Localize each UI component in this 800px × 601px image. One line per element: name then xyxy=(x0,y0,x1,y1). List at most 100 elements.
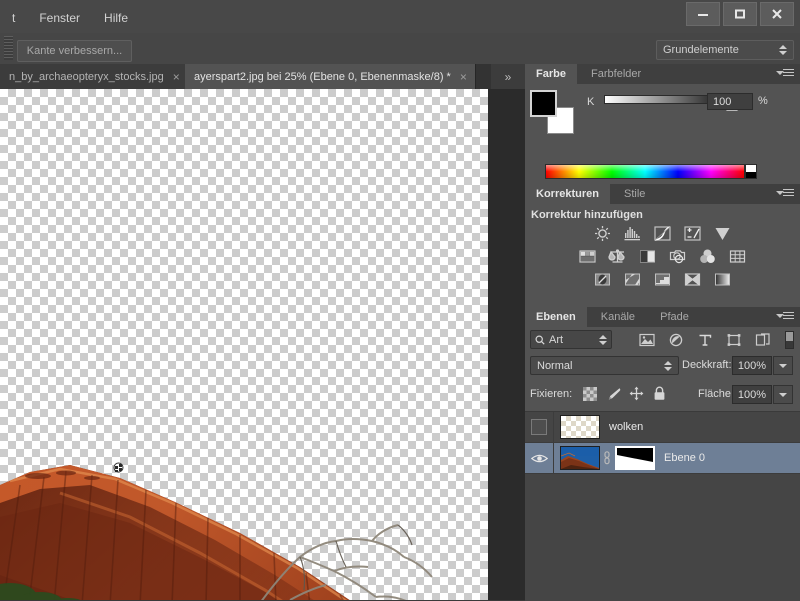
maximize-button[interactable] xyxy=(723,2,757,26)
eye-icon xyxy=(530,454,548,462)
document-tab-2-close-icon[interactable]: × xyxy=(460,71,467,83)
color-swatches xyxy=(530,90,574,134)
close-button[interactable] xyxy=(760,2,794,26)
layer-visibility-toggle-ebene0[interactable] xyxy=(525,443,554,473)
adjustments-heading: Korrektur hinzufügen xyxy=(531,209,643,221)
filter-smartobject-icon[interactable] xyxy=(754,331,772,349)
tab-farbfelder[interactable]: Farbfelder xyxy=(580,64,652,84)
menu-bar: t Fenster Hilfe xyxy=(0,0,800,33)
channel-k-value-field[interactable]: 100 xyxy=(707,93,753,110)
right-dock: Farbe Farbfelder K 100 % Korrekturen Sti… xyxy=(525,64,800,601)
filter-adjustment-icon[interactable] xyxy=(667,331,685,349)
color-spectrum-ramp[interactable] xyxy=(545,164,745,179)
options-bar-grip[interactable] xyxy=(4,36,13,60)
lock-transparency-icon[interactable] xyxy=(581,385,598,402)
invert-icon[interactable] xyxy=(592,270,613,288)
tab-stile[interactable]: Stile xyxy=(613,184,656,204)
layer-thumbnail-ebene0[interactable] xyxy=(560,446,600,470)
hue-saturation-icon[interactable] xyxy=(577,247,598,265)
curves-icon[interactable] xyxy=(652,224,673,242)
refine-edge-button[interactable]: Kante verbessern... xyxy=(17,40,132,62)
color-panel-menu-icon[interactable] xyxy=(776,68,794,80)
tab-ebenen[interactable]: Ebenen xyxy=(525,307,587,327)
blend-mode-label: Normal xyxy=(537,359,573,372)
filter-type-icon[interactable] xyxy=(696,331,714,349)
image-canvas[interactable] xyxy=(0,89,488,600)
tab-farbe[interactable]: Farbe xyxy=(525,64,577,84)
maximize-icon xyxy=(735,9,745,19)
posterize-icon[interactable] xyxy=(622,270,643,288)
menu-fenster[interactable]: Fenster xyxy=(27,9,92,28)
workspace-label: Grundelemente xyxy=(663,44,739,56)
eye-off-icon xyxy=(531,419,547,435)
layer-name-wolken[interactable]: wolken xyxy=(609,421,643,433)
fill-value-field[interactable]: 100% xyxy=(732,385,772,404)
opacity-dropdown-button[interactable] xyxy=(773,356,793,375)
layer-filter-label: Art xyxy=(549,333,564,346)
chevron-updown-icon xyxy=(599,334,607,345)
window-controls xyxy=(686,2,794,26)
document-tab-1[interactable]: n_by_archaeopteryx_stocks.jpg × xyxy=(0,64,189,89)
gradient-map-icon[interactable] xyxy=(712,270,733,288)
tab-korrekturen[interactable]: Korrekturen xyxy=(525,184,610,204)
lock-pixels-icon[interactable] xyxy=(605,385,622,402)
exposure-icon[interactable] xyxy=(682,224,703,242)
layer-visibility-toggle-wolken[interactable] xyxy=(525,412,554,442)
tab-overflow-button[interactable]: » xyxy=(491,64,525,89)
color-lookup-icon[interactable] xyxy=(727,247,748,265)
foreground-color-swatch[interactable] xyxy=(530,90,557,117)
tab-pfade[interactable]: Pfade xyxy=(649,307,700,327)
table-row[interactable]: wolken xyxy=(525,412,800,443)
lock-all-icon[interactable] xyxy=(651,385,668,402)
spectrum-white-black-swatch[interactable] xyxy=(745,164,757,179)
threshold-icon[interactable] xyxy=(652,270,673,288)
table-row[interactable]: Ebene 0 xyxy=(525,443,800,474)
layers-panel: Ebenen Kanäle Pfade Art Normal Deckkraft… xyxy=(525,307,800,601)
fill-label: Fläche: xyxy=(698,388,735,400)
adjustment-icon-grid xyxy=(525,224,800,293)
minimize-button[interactable] xyxy=(686,2,720,26)
layers-panel-menu-icon[interactable] xyxy=(776,311,794,323)
adjustments-panel-menu-icon[interactable] xyxy=(776,188,794,200)
blend-mode-select[interactable]: Normal xyxy=(530,356,679,375)
vibrance-icon[interactable] xyxy=(712,224,733,242)
adjustments-panel-tabs: Korrekturen Stile xyxy=(525,184,800,204)
document-tab-2[interactable]: ayerspart2.jpg bei 25% (Ebene 0, Ebenenm… xyxy=(185,64,476,89)
chevron-down-icon xyxy=(779,392,787,397)
opacity-value-field[interactable]: 100% xyxy=(732,356,772,375)
filter-shape-icon[interactable] xyxy=(725,331,743,349)
minimize-icon xyxy=(698,14,708,16)
document-tab-2-label: ayerspart2.jpg bei 25% (Ebene 0, Ebenenm… xyxy=(194,70,451,83)
layer-filter-select[interactable]: Art xyxy=(530,330,612,349)
channel-k-label: K xyxy=(587,96,595,108)
layers-filter-toolbar: Art xyxy=(525,327,800,353)
layer-list-empty-area[interactable] xyxy=(525,502,800,601)
levels-icon[interactable] xyxy=(622,224,643,242)
selective-color-icon[interactable] xyxy=(682,270,703,288)
color-balance-icon[interactable] xyxy=(607,247,628,265)
adjustment-icon-row-1 xyxy=(525,224,800,242)
brush-cursor-icon xyxy=(113,462,124,473)
layer-mask-link-icon[interactable] xyxy=(600,451,613,465)
layer-name-ebene0[interactable]: Ebene 0 xyxy=(664,452,705,464)
document-tab-bar: n_by_archaeopteryx_stocks.jpg × ayerspar… xyxy=(0,64,525,89)
menu-ansicht-partial[interactable]: t xyxy=(0,9,27,28)
document-tab-1-close-icon[interactable]: × xyxy=(173,71,180,83)
lock-position-icon[interactable] xyxy=(628,385,645,402)
brightness-contrast-icon[interactable] xyxy=(592,224,613,242)
workspace-selector[interactable]: Grundelemente xyxy=(656,40,794,60)
lock-row: Fixieren: Fläche: 100% xyxy=(525,383,800,407)
chevron-updown-icon xyxy=(779,45,787,55)
tab-kanaele[interactable]: Kanäle xyxy=(590,307,646,327)
menu-hilfe[interactable]: Hilfe xyxy=(92,9,140,28)
filter-enable-toggle[interactable] xyxy=(785,331,794,349)
adjustment-icon-row-2 xyxy=(525,247,800,265)
chevron-updown-icon xyxy=(664,360,672,371)
black-white-icon[interactable] xyxy=(637,247,658,265)
channel-mixer-icon[interactable] xyxy=(697,247,718,265)
filter-pixel-icon[interactable] xyxy=(638,331,656,349)
layer-thumbnail-wolken[interactable] xyxy=(560,415,600,439)
layer-mask-thumbnail-ebene0[interactable] xyxy=(615,446,655,470)
photo-filter-icon[interactable] xyxy=(667,247,688,265)
fill-dropdown-button[interactable] xyxy=(773,385,793,404)
